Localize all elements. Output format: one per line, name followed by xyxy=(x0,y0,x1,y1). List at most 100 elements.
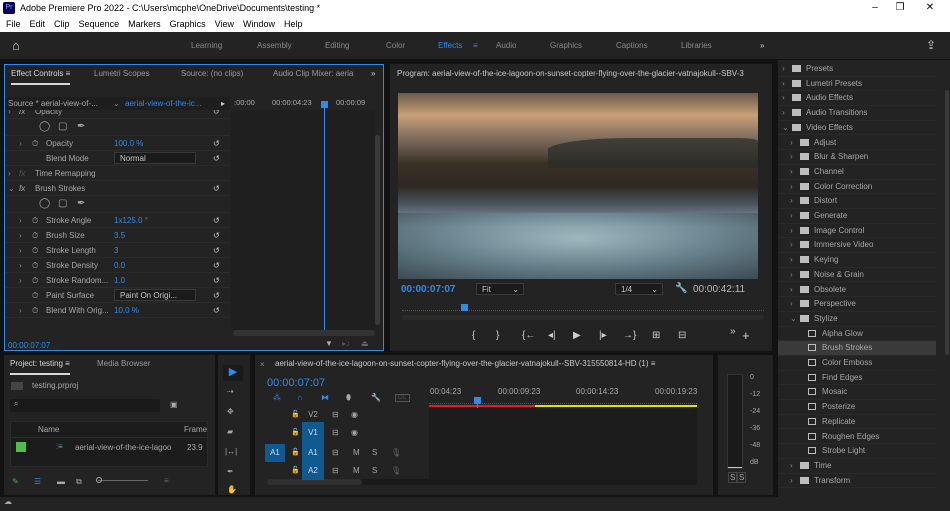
ripple-edit-tool-icon[interactable]: ✥ xyxy=(227,407,234,416)
chevron-right-icon[interactable]: › xyxy=(790,238,800,253)
mark-in-button[interactable]: { xyxy=(472,330,475,341)
timeline-ruler[interactable] xyxy=(429,398,697,404)
track-area-a1[interactable] xyxy=(429,444,697,462)
menu-clip[interactable]: Clip xyxy=(54,16,70,32)
panel-menu-icon[interactable]: ≡ xyxy=(651,359,656,368)
track-target-a2[interactable]: A2 xyxy=(302,462,324,480)
chevron-right-icon[interactable]: › xyxy=(19,213,22,228)
maximize-button[interactable]: ❐ xyxy=(885,0,915,16)
ellipse-mask-icon[interactable]: ◯ xyxy=(39,119,50,134)
tab-effect-controls[interactable]: Effect Controls ≡ xyxy=(11,65,71,85)
track-target-v2[interactable]: V2 xyxy=(302,408,324,422)
program-zoom-scrollbar[interactable] xyxy=(402,315,764,320)
chevron-right-icon[interactable]: › xyxy=(19,303,22,318)
chevron-right-icon[interactable]: › xyxy=(790,283,800,298)
workspace-captions[interactable]: Captions xyxy=(616,32,648,60)
program-ruler[interactable] xyxy=(402,304,764,311)
solo-left-button[interactable]: S xyxy=(728,472,738,483)
workspace-graphics[interactable]: Graphics xyxy=(550,32,582,60)
button-editor-icon[interactable]: + xyxy=(742,328,750,343)
program-playhead[interactable] xyxy=(460,304,468,311)
solo-button[interactable]: S xyxy=(372,462,377,480)
chevron-right-icon[interactable]: › xyxy=(19,136,22,151)
home-icon[interactable]: ⌂ xyxy=(12,38,20,53)
menu-help[interactable]: Help xyxy=(284,16,303,32)
sync-lock-icon[interactable]: ⊟ xyxy=(332,462,339,480)
program-timecode[interactable]: 00:00:07:07 xyxy=(401,284,455,295)
panel-menu-icon[interactable]: ≡ xyxy=(66,69,71,78)
close-button[interactable]: ✕ xyxy=(915,0,945,16)
extract-button[interactable]: ⊟ xyxy=(678,330,686,341)
chevron-right-icon[interactable]: › xyxy=(790,136,800,151)
chevron-right-icon[interactable]: › xyxy=(790,459,800,474)
chevron-right-icon[interactable]: › xyxy=(790,268,800,283)
chevron-right-icon[interactable]: › xyxy=(782,62,792,77)
chevron-right-icon[interactable]: › xyxy=(790,253,800,268)
lift-button[interactable]: ⊞ xyxy=(652,330,660,341)
tab-project[interactable]: Project: testing ≡ xyxy=(10,355,70,375)
stopwatch-icon[interactable]: ⏱ xyxy=(32,228,38,243)
tab-media-browser[interactable]: Media Browser xyxy=(97,355,150,373)
reset-icon[interactable]: ↺ xyxy=(213,288,220,303)
stopwatch-icon[interactable]: ⏱ xyxy=(32,213,38,228)
track-area-a2[interactable] xyxy=(429,462,697,480)
stopwatch-icon[interactable]: ⏱ xyxy=(32,288,38,303)
share-icon[interactable]: ⇪ xyxy=(926,38,936,52)
linked-selection-icon[interactable]: ⧓ xyxy=(321,393,329,402)
chevron-right-icon[interactable]: › xyxy=(782,91,792,106)
effects-item-replicate[interactable]: Replicate xyxy=(778,415,936,430)
chevron-right-icon[interactable]: › xyxy=(8,166,11,181)
effects-item-presets[interactable]: › Presets xyxy=(778,62,936,77)
sequence-clip-label[interactable]: aerial-view-of-the-ic... xyxy=(125,97,201,110)
workspace-color[interactable]: Color xyxy=(386,32,405,60)
track-area-v2[interactable] xyxy=(429,408,697,422)
play-button[interactable]: ▶ xyxy=(573,330,581,341)
stopwatch-icon[interactable]: ⏱ xyxy=(32,136,38,151)
stopwatch-icon[interactable]: ⏱ xyxy=(32,258,38,273)
tab-audio-clip-mixer[interactable]: Audio Clip Mixer: aeria xyxy=(273,65,353,83)
ec-param-value[interactable]: 3.5 xyxy=(114,228,125,243)
reset-icon[interactable]: ↺ xyxy=(213,228,220,243)
ec-param-value[interactable]: 100.0 % xyxy=(114,136,143,151)
track-area-v1[interactable] xyxy=(429,422,697,444)
menu-file[interactable]: File xyxy=(6,16,21,32)
pencil-icon[interactable]: ✎ xyxy=(12,477,19,486)
effects-item-obsolete[interactable]: › Obsolete xyxy=(778,283,936,298)
step-forward-button[interactable]: |▸ xyxy=(599,330,607,341)
filter-icon[interactable]: ▼ xyxy=(325,339,333,348)
chevron-right-icon[interactable]: › xyxy=(782,77,792,92)
pen-mask-icon[interactable]: ✒ xyxy=(77,119,85,134)
chevron-down-icon[interactable]: ⌄ xyxy=(113,97,120,110)
project-item-name[interactable]: aerial-view-of-the-ice-lagoo xyxy=(75,443,171,452)
zoom-slider[interactable] xyxy=(96,477,148,483)
chevron-right-icon[interactable]: › xyxy=(19,258,22,273)
workspace-audio[interactable]: Audio xyxy=(496,32,516,60)
effects-item-brush-strokes[interactable]: Brush Strokes xyxy=(778,341,936,356)
effects-item-video-effects[interactable]: ⌄ Video Effects xyxy=(778,121,936,136)
wrench-icon[interactable]: 🔧 xyxy=(675,283,687,294)
effects-item-time[interactable]: › Time xyxy=(778,459,936,474)
effects-item-transform[interactable]: › Transform xyxy=(778,474,936,489)
track-select-tool-icon[interactable]: ⇢ xyxy=(227,387,234,396)
nest-icon[interactable]: ⁂ xyxy=(273,393,281,402)
resolution-select[interactable]: 1/4 ⌄ xyxy=(615,283,663,295)
chevron-right-icon[interactable]: › xyxy=(19,228,22,243)
export-icon[interactable]: ⏏ xyxy=(361,339,369,348)
reset-icon[interactable]: ↺ xyxy=(213,151,220,166)
timeline-timecode[interactable]: 00:00:07:07 xyxy=(267,377,325,389)
menu-graphics[interactable]: Graphics xyxy=(170,16,206,32)
effects-item-posterize[interactable]: Posterize xyxy=(778,400,936,415)
sync-lock-icon[interactable]: ⊟ xyxy=(332,422,339,444)
pen-mask-icon[interactable]: ✒ xyxy=(77,196,85,211)
play-audio-icon[interactable]: ▸♪ xyxy=(342,339,350,348)
effects-item-generate[interactable]: › Generate xyxy=(778,209,936,224)
effects-item-keying[interactable]: › Keying xyxy=(778,253,936,268)
menu-edit[interactable]: Edit xyxy=(30,16,46,32)
workspace-assembly[interactable]: Assembly xyxy=(257,32,292,60)
menu-view[interactable]: View xyxy=(215,16,234,32)
icon-view-icon[interactable]: ▬ xyxy=(57,477,65,486)
ec-keyframe-area[interactable] xyxy=(231,110,375,330)
chevron-right-icon[interactable]: › xyxy=(790,180,800,195)
list-view-icon[interactable]: ☰ xyxy=(34,477,41,486)
fx-icon[interactable]: fx xyxy=(19,166,25,181)
